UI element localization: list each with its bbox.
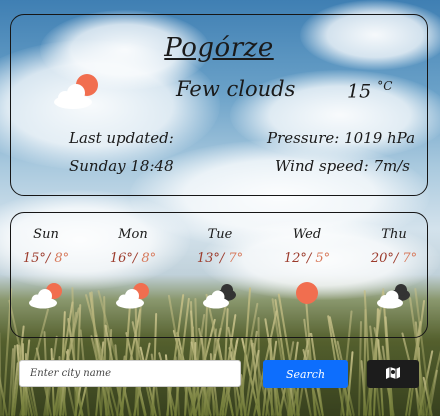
current-temperature: 15 °C: [347, 79, 392, 102]
forecast-panel: Sun 15°/ 8° Mon 16°/ 8° Tue 13°/ 7° Wed …: [10, 212, 428, 338]
forecast-high: 12°: [283, 251, 307, 266]
pressure-readout: Pressure: 1019 hPa: [267, 129, 416, 147]
weather-description: Few clouds: [176, 77, 296, 101]
clear-sky-icon: [287, 280, 327, 310]
city-name: Pogórze: [164, 33, 274, 63]
map-icon: [385, 366, 401, 383]
forecast-day-tue: Tue 13°/ 7°: [185, 227, 255, 310]
forecast-day-name: Thu: [381, 227, 407, 242]
forecast-high: 13°: [196, 251, 220, 266]
forecast-day-wed: Wed 12°/ 5°: [272, 227, 342, 310]
forecast-low: 8°: [54, 251, 70, 266]
forecast-high: 20°: [370, 251, 394, 266]
forecast-day-name: Sun: [33, 227, 59, 242]
forecast-day-name: Mon: [118, 227, 148, 242]
few-clouds-day-icon: [26, 280, 66, 310]
forecast-low: 8°: [141, 251, 157, 266]
forecast-temp-range: 15°/ 8°: [22, 251, 70, 266]
forecast-low: 5°: [315, 251, 331, 266]
forecast-low: 7°: [228, 251, 244, 266]
temperature-value: 15: [347, 80, 372, 103]
city-search-input[interactable]: [19, 360, 241, 387]
broken-clouds-icon: [374, 280, 414, 310]
few-clouds-day-icon: [51, 71, 103, 111]
last-updated-value: Sunday 18:48: [69, 157, 174, 175]
temperature-unit: °C: [377, 79, 393, 93]
forecast-high: 16°: [109, 251, 133, 266]
forecast-low: 7°: [402, 251, 418, 266]
forecast-day-sun: Sun 15°/ 8°: [11, 227, 81, 310]
forecast-day-name: Tue: [207, 227, 233, 242]
wind-speed-readout: Wind speed: 7m/s: [275, 157, 410, 175]
forecast-temp-range: 13°/ 7°: [196, 251, 244, 266]
forecast-day-name: Wed: [292, 227, 322, 242]
last-updated-label: Last updated:: [69, 129, 174, 147]
forecast-temp-range: 16°/ 8°: [109, 251, 157, 266]
forecast-temp-range: 20°/ 7°: [370, 251, 418, 266]
map-button[interactable]: [367, 360, 419, 388]
forecast-temp-range: 12°/ 5°: [283, 251, 331, 266]
grass-blade: [0, 332, 3, 416]
search-button[interactable]: Search: [263, 360, 348, 388]
few-clouds-day-icon: [113, 280, 153, 310]
forecast-day-mon: Mon 16°/ 8°: [98, 227, 168, 310]
forecast-day-thu: Thu 20°/ 7°: [359, 227, 429, 310]
current-weather-panel: Pogórze Few clouds 15 °C Last updated: S…: [10, 14, 428, 196]
forecast-high: 15°: [22, 251, 46, 266]
broken-clouds-icon: [200, 280, 240, 310]
